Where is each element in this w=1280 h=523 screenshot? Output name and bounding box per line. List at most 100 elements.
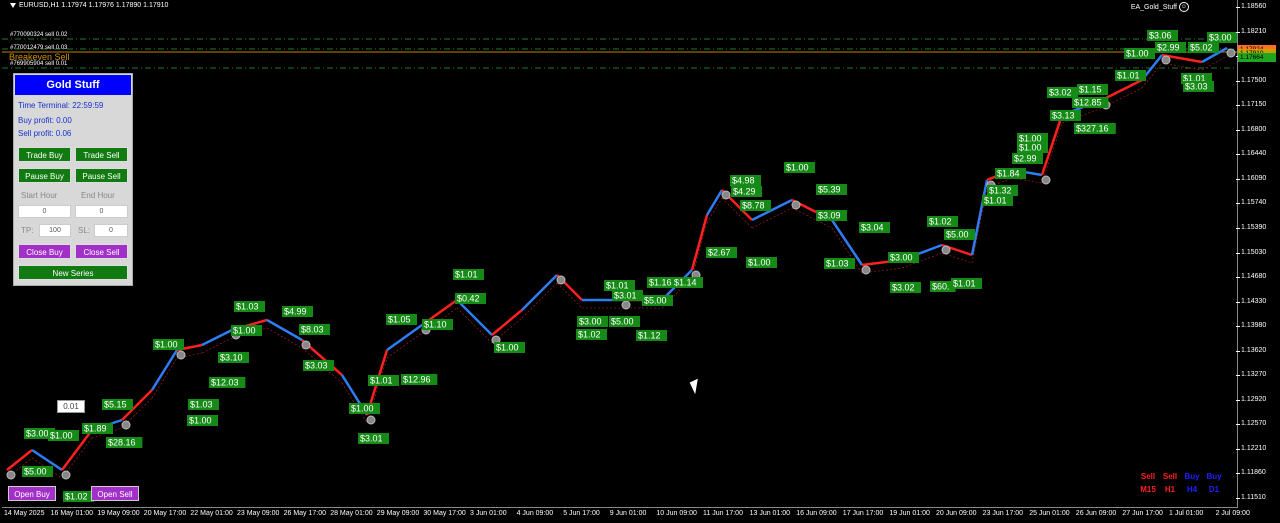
profit-label: $3.04	[859, 222, 890, 233]
open-sell-button[interactable]: Open Sell	[91, 486, 139, 501]
profit-label-text: $1.01	[370, 376, 393, 386]
profit-label: $5.02	[1188, 42, 1219, 53]
profit-label: $8.78	[740, 200, 771, 211]
smiley-icon[interactable]: ☺	[1179, 2, 1189, 12]
price-axis[interactable]: 1.185601.182101.178501.175001.171501.168…	[1236, 0, 1280, 507]
profit-label-text: $28.16	[108, 438, 136, 448]
profit-label: $1.05	[386, 314, 417, 325]
profit-label-text: $1.01	[455, 270, 478, 280]
profit-label-text: $4.99	[284, 307, 307, 317]
order-label-1: #770090324 sell 0.02	[10, 32, 68, 38]
order-label-2: #770012479 sell 0.03	[10, 45, 68, 51]
profit-label: $3.03	[303, 360, 334, 371]
profit-label: $1.02	[576, 329, 607, 340]
current-price-tag: 1.17664	[1238, 53, 1276, 62]
profit-label-text: $1.12	[638, 331, 661, 341]
profit-label-text: $1.00	[748, 258, 771, 268]
trade-close-marker	[1041, 175, 1051, 185]
trade-buy-button[interactable]: Trade Buy	[18, 147, 71, 162]
close-buy-button[interactable]: Close Buy	[18, 244, 71, 259]
profit-label: $3.10	[218, 352, 249, 363]
time-axis[interactable]: 14 May 2025 16 May 01:00 19 May 09:00 20 Ma…	[2, 507, 1250, 523]
profit-label: $1.01	[982, 195, 1013, 206]
price-tick-mark	[1236, 203, 1240, 205]
price-chart-area[interactable]: $3.06 $3.00 $2.99 $5.02 $1.00 $1.01 $3.03 $1.01…	[2, 0, 1238, 508]
lot-size-input[interactable]: 0.01	[57, 400, 85, 413]
time-tick-label: 29 May 09:00	[376, 510, 420, 517]
profit-label-text: $1.00	[50, 431, 73, 441]
trade-close-marker	[61, 470, 71, 480]
new-series-button[interactable]: New Series	[18, 265, 128, 280]
time-tick-label: 1 Jul 01:00	[1169, 510, 1204, 517]
profit-label-text: $1.02	[578, 330, 601, 340]
profit-label-text: $1.00	[496, 343, 519, 353]
price-tick-mark	[1236, 7, 1240, 8]
time-tick-label: 25 Jun 01:00	[1029, 510, 1070, 517]
time-tick-label: 26 Jun 09:00	[1075, 510, 1117, 517]
close-sell-button[interactable]: Close Sell	[75, 244, 128, 259]
profit-label: $5.00	[944, 229, 975, 240]
price-tick-label: 1.12570	[1241, 420, 1267, 428]
profit-label-text: $1.16	[649, 278, 672, 288]
profit-label: $3.13	[1050, 110, 1081, 121]
profit-label-text: $1.01	[606, 281, 629, 291]
profit-label-text: $3.00	[1209, 33, 1232, 43]
price-tick-label: 1.12920	[1241, 395, 1267, 403]
profit-label-text: $8.03	[301, 325, 324, 335]
price-tick-mark	[1236, 227, 1240, 229]
chart-title: EURUSD,H1 1.17974 1.17976 1.17890 1.1791…	[10, 2, 168, 9]
sl-input[interactable]: 0	[94, 224, 128, 237]
profit-label: $8.03	[299, 324, 330, 335]
end-hour-input[interactable]: 0	[75, 205, 128, 218]
chart-window[interactable]: $3.06 $3.00 $2.99 $5.02 $1.00 $1.01 $3.03 $1.01…	[0, 0, 1280, 523]
timeframe-signal-cell: D1	[1208, 485, 1220, 494]
profit-label: $1.12	[636, 330, 667, 341]
profit-label-text: $1.00	[189, 416, 212, 426]
trade-close-marker	[6, 470, 16, 480]
profit-label-text: $8.78	[742, 201, 765, 211]
profit-label-text: $5.00	[946, 230, 969, 240]
profit-label: $0.42	[455, 293, 486, 304]
profit-label: $1.15	[1077, 84, 1108, 95]
pause-sell-button[interactable]: Pause Sell	[75, 168, 128, 183]
profit-label-text: $1.01	[953, 279, 976, 289]
profit-label-text: $3.06	[1149, 31, 1172, 41]
profit-label-text: $1.00	[155, 340, 178, 350]
trade-sell-button[interactable]: Trade Sell	[75, 147, 128, 162]
expert-advisor-label[interactable]: EA_Gold_Stuff ☺	[1131, 2, 1189, 12]
profit-label: $4.29	[731, 186, 762, 197]
profit-label: $5.00	[609, 316, 640, 327]
price-tick-label: 1.15030	[1241, 248, 1267, 256]
profit-label-layer: $3.06 $3.00 $2.99 $5.02 $1.00 $1.01 $3.03 $1.01…	[22, 30, 1237, 502]
price-tick-mark	[1236, 350, 1240, 352]
pause-buy-button[interactable]: Pause Buy	[18, 168, 71, 183]
profit-label-text: $1.00	[786, 163, 809, 173]
trade-close-marker	[121, 420, 131, 430]
price-tick-mark	[1236, 31, 1240, 33]
timeframe-signal-cell: Buy	[1206, 472, 1222, 481]
profit-label-text: $12.85	[1074, 98, 1102, 108]
profit-label-text: $2.99	[1157, 43, 1180, 53]
trade-close-marker	[861, 265, 871, 275]
ea-name-text: EA_Gold_Stuff	[1130, 3, 1177, 11]
time-tick-label: 17 Jun 17:00	[842, 510, 884, 517]
trade-connector-line	[1161, 62, 1203, 71]
profit-label: $1.84	[995, 168, 1026, 179]
price-tick-mark	[1236, 252, 1240, 254]
price-tick-mark	[1236, 498, 1240, 499]
profit-label-text: $60.	[932, 282, 950, 292]
profit-label-text: $1.15	[1079, 85, 1102, 95]
tp-input[interactable]: 100	[39, 224, 71, 237]
timeframe-signal-cell: H4	[1186, 485, 1198, 494]
profit-label-text: $1.10	[424, 320, 447, 330]
trade-connector-line	[456, 307, 493, 344]
profit-label-text: $5.15	[104, 400, 127, 410]
open-buy-button[interactable]: Open Buy	[8, 486, 56, 501]
profit-label-text: $1.02	[929, 217, 952, 227]
trade-close-marker	[1226, 48, 1236, 58]
timeframe-signal-cell: Buy	[1184, 472, 1200, 481]
start-hour-input[interactable]: 0	[18, 205, 71, 218]
dropdown-arrow-icon[interactable]	[10, 2, 16, 8]
profit-label: $5.15	[102, 399, 133, 410]
profit-label: $1.14	[672, 277, 703, 288]
